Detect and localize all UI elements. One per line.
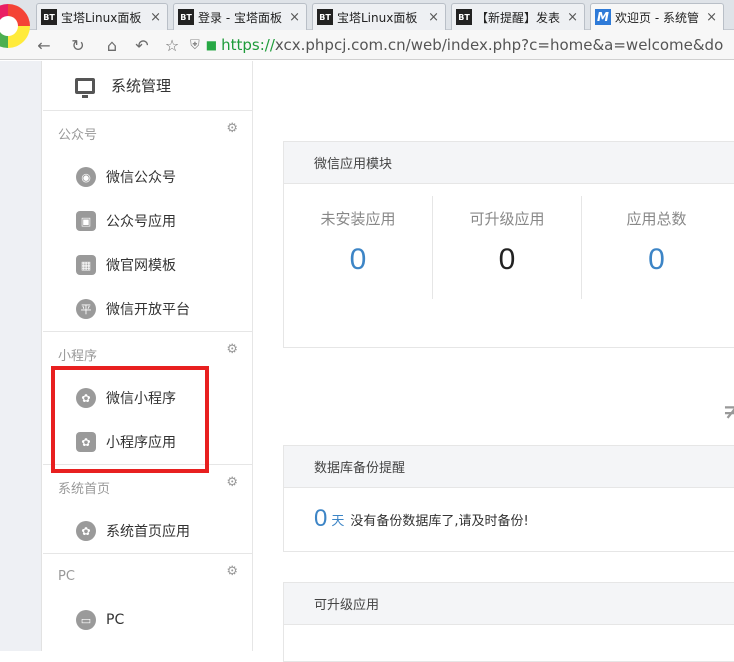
- sidebar: 系统管理 公众号 ⚙ ◉ 微信公众号 ▣ 公众号应用 ▦ 微官网模板 平 微信开…: [43, 61, 253, 651]
- modules-panel: 微信应用模块 未安装应用 0 可升级应用 0 应用总数 0: [283, 141, 734, 348]
- browser-tab-1[interactable]: BT 宝塔Linux面板 ×: [36, 3, 168, 30]
- bag-icon: ▣: [76, 211, 96, 231]
- tab-title: 宝塔Linux面板: [61, 10, 142, 25]
- mini-program-icon: ✿: [76, 388, 96, 408]
- browser-tab-4[interactable]: BT 【新提醒】发表 ×: [451, 3, 585, 30]
- sidebar-group-system-home: 系统首页 ⚙ ✿ 系统首页应用: [43, 465, 252, 554]
- back-arrow-icon[interactable]: ←: [34, 35, 54, 55]
- sidebar-item-label: 微官网模板: [106, 258, 176, 274]
- sidebar-item-label: PC: [106, 612, 125, 628]
- gear-icon[interactable]: ⚙: [226, 475, 238, 490]
- stat-total[interactable]: 应用总数 0: [582, 196, 731, 299]
- group-title: 小程序: [58, 348, 98, 364]
- close-icon[interactable]: ×: [567, 10, 578, 25]
- backup-days: 0: [314, 505, 328, 532]
- sidebar-group-mini-program: 小程序 ⚙ ✿ 微信小程序 ✿ 小程序应用: [43, 332, 252, 465]
- sidebar-item-account-apps[interactable]: ▣ 公众号应用: [43, 199, 252, 243]
- sidebar-item-open-platform[interactable]: 平 微信开放平台: [43, 287, 252, 331]
- monitor-icon: ▭: [76, 610, 96, 630]
- close-icon[interactable]: ×: [150, 10, 161, 25]
- lock-icon: ■: [205, 38, 218, 52]
- sidebar-item-mini-program-apps[interactable]: ✿ 小程序应用: [43, 420, 252, 464]
- sidebar-item-wechat-account[interactable]: ◉ 微信公众号: [43, 155, 252, 199]
- group-title: PC: [58, 568, 75, 584]
- browser-tab-bar: BT 宝塔Linux面板 × BT 登录 - 宝塔面板 × BT 宝塔Linux…: [0, 0, 734, 30]
- backup-body: 0 天 没有备份数据库了,请及时备份!: [284, 488, 734, 550]
- gear-icon[interactable]: ⚙: [226, 121, 238, 136]
- partial-edge-icon: ≠: [722, 393, 734, 426]
- left-gutter: [0, 61, 42, 651]
- group-title: 公众号: [58, 127, 98, 143]
- sidebar-header[interactable]: 系统管理: [43, 61, 252, 111]
- mini-program-icon: ✿: [76, 521, 96, 541]
- upgrade-panel-title: 可升级应用: [284, 583, 734, 625]
- mini-program-bag-icon: ✿: [76, 432, 96, 452]
- address-bar[interactable]: ⛨ ■ https:// xcx.phpcj.com.cn/web/index.…: [190, 33, 734, 57]
- bt-favicon-icon: BT: [456, 9, 472, 25]
- gear-icon[interactable]: ⚙: [226, 564, 238, 579]
- close-icon[interactable]: ×: [428, 10, 439, 25]
- sidebar-group-pc: PC ⚙ ▭ PC: [43, 554, 252, 642]
- home-icon[interactable]: ⌂: [102, 35, 122, 55]
- bt-favicon-icon: BT: [317, 9, 333, 25]
- page-content: 系统管理 公众号 ⚙ ◉ 微信公众号 ▣ 公众号应用 ▦ 微官网模板 平 微信开…: [0, 61, 734, 662]
- sidebar-item-label: 公众号应用: [106, 214, 176, 230]
- bt-favicon-icon: BT: [41, 9, 57, 25]
- gear-icon[interactable]: ⚙: [226, 342, 238, 357]
- browser-tab-2[interactable]: BT 登录 - 宝塔面板 ×: [173, 3, 307, 30]
- stat-upgradable[interactable]: 可升级应用 0: [433, 196, 582, 299]
- tab-title: 欢迎页 - 系统管: [615, 10, 699, 25]
- tab-title: 【新提醒】发表: [476, 10, 561, 25]
- tab-title: 登录 - 宝塔面板: [198, 10, 282, 25]
- stat-label: 可升级应用: [469, 210, 545, 228]
- browser-tab-5-active[interactable]: M 欢迎页 - 系统管 ×: [590, 3, 724, 30]
- sidebar-item-label: 小程序应用: [106, 435, 176, 451]
- tab-title: 宝塔Linux面板: [337, 10, 418, 25]
- sidebar-item-label: 系统首页应用: [106, 524, 190, 540]
- bt-favicon-icon: BT: [178, 9, 194, 25]
- close-icon[interactable]: ×: [289, 10, 300, 25]
- sidebar-item-microsite-templates[interactable]: ▦ 微官网模板: [43, 243, 252, 287]
- wechat-icon: ◉: [76, 167, 96, 187]
- stat-value[interactable]: 0: [648, 243, 665, 277]
- undo-icon[interactable]: ↶: [132, 35, 152, 55]
- url-scheme: https://: [221, 36, 275, 54]
- open-platform-icon: 平: [76, 299, 96, 319]
- sidebar-item-wechat-mini-program[interactable]: ✿ 微信小程序: [43, 376, 252, 420]
- monitor-icon: [75, 77, 95, 98]
- sidebar-item-label: 微信公众号: [106, 170, 176, 186]
- backup-days-unit: 天: [331, 513, 345, 529]
- backup-panel: 数据库备份提醒 0 天 没有备份数据库了,请及时备份!: [283, 445, 734, 552]
- close-icon[interactable]: ×: [706, 10, 717, 25]
- browser-tab-3[interactable]: BT 宝塔Linux面板 ×: [312, 3, 446, 30]
- sidebar-item-label: 微信小程序: [106, 391, 176, 407]
- sidebar-item-system-home-apps[interactable]: ✿ 系统首页应用: [43, 509, 252, 553]
- sidebar-item-pc[interactable]: ▭ PC: [43, 598, 252, 642]
- group-head: 公众号 ⚙: [43, 111, 252, 155]
- modules-panel-title: 微信应用模块: [284, 142, 734, 184]
- stat-value[interactable]: 0: [350, 243, 367, 277]
- stats-row: 未安装应用 0 可升级应用 0 应用总数 0: [284, 184, 734, 304]
- stat-not-installed[interactable]: 未安装应用 0: [284, 196, 433, 299]
- upgrade-panel: 可升级应用: [283, 582, 734, 662]
- reload-icon[interactable]: ↻: [68, 35, 88, 55]
- sidebar-header-title: 系统管理: [111, 77, 172, 95]
- backup-message: 没有备份数据库了,请及时备份!: [350, 513, 529, 529]
- star-icon[interactable]: ☆: [162, 35, 182, 55]
- group-head: PC ⚙: [43, 554, 252, 598]
- browser-toolbar: ← ↻ ⌂ ↶ ☆ ⛨ ■ https:// xcx.phpcj.com.cn/…: [0, 30, 734, 60]
- backup-panel-title: 数据库备份提醒: [284, 446, 734, 488]
- stat-value[interactable]: 0: [499, 243, 516, 277]
- group-title: 系统首页: [58, 481, 111, 497]
- stat-label: 未安装应用: [320, 210, 396, 228]
- shield-icon: ⛨: [190, 37, 200, 53]
- stat-label: 应用总数: [626, 210, 687, 228]
- sidebar-item-label: 微信开放平台: [106, 302, 190, 318]
- sidebar-group-official-account: 公众号 ⚙ ◉ 微信公众号 ▣ 公众号应用 ▦ 微官网模板 平 微信开放平台: [43, 111, 252, 332]
- group-head: 系统首页 ⚙: [43, 465, 252, 509]
- m-favicon-icon: M: [595, 9, 611, 25]
- grid-icon: ▦: [76, 255, 96, 275]
- group-head: 小程序 ⚙: [43, 332, 252, 376]
- url-path: xcx.phpcj.com.cn/web/index.php?c=home&a=…: [274, 36, 724, 54]
